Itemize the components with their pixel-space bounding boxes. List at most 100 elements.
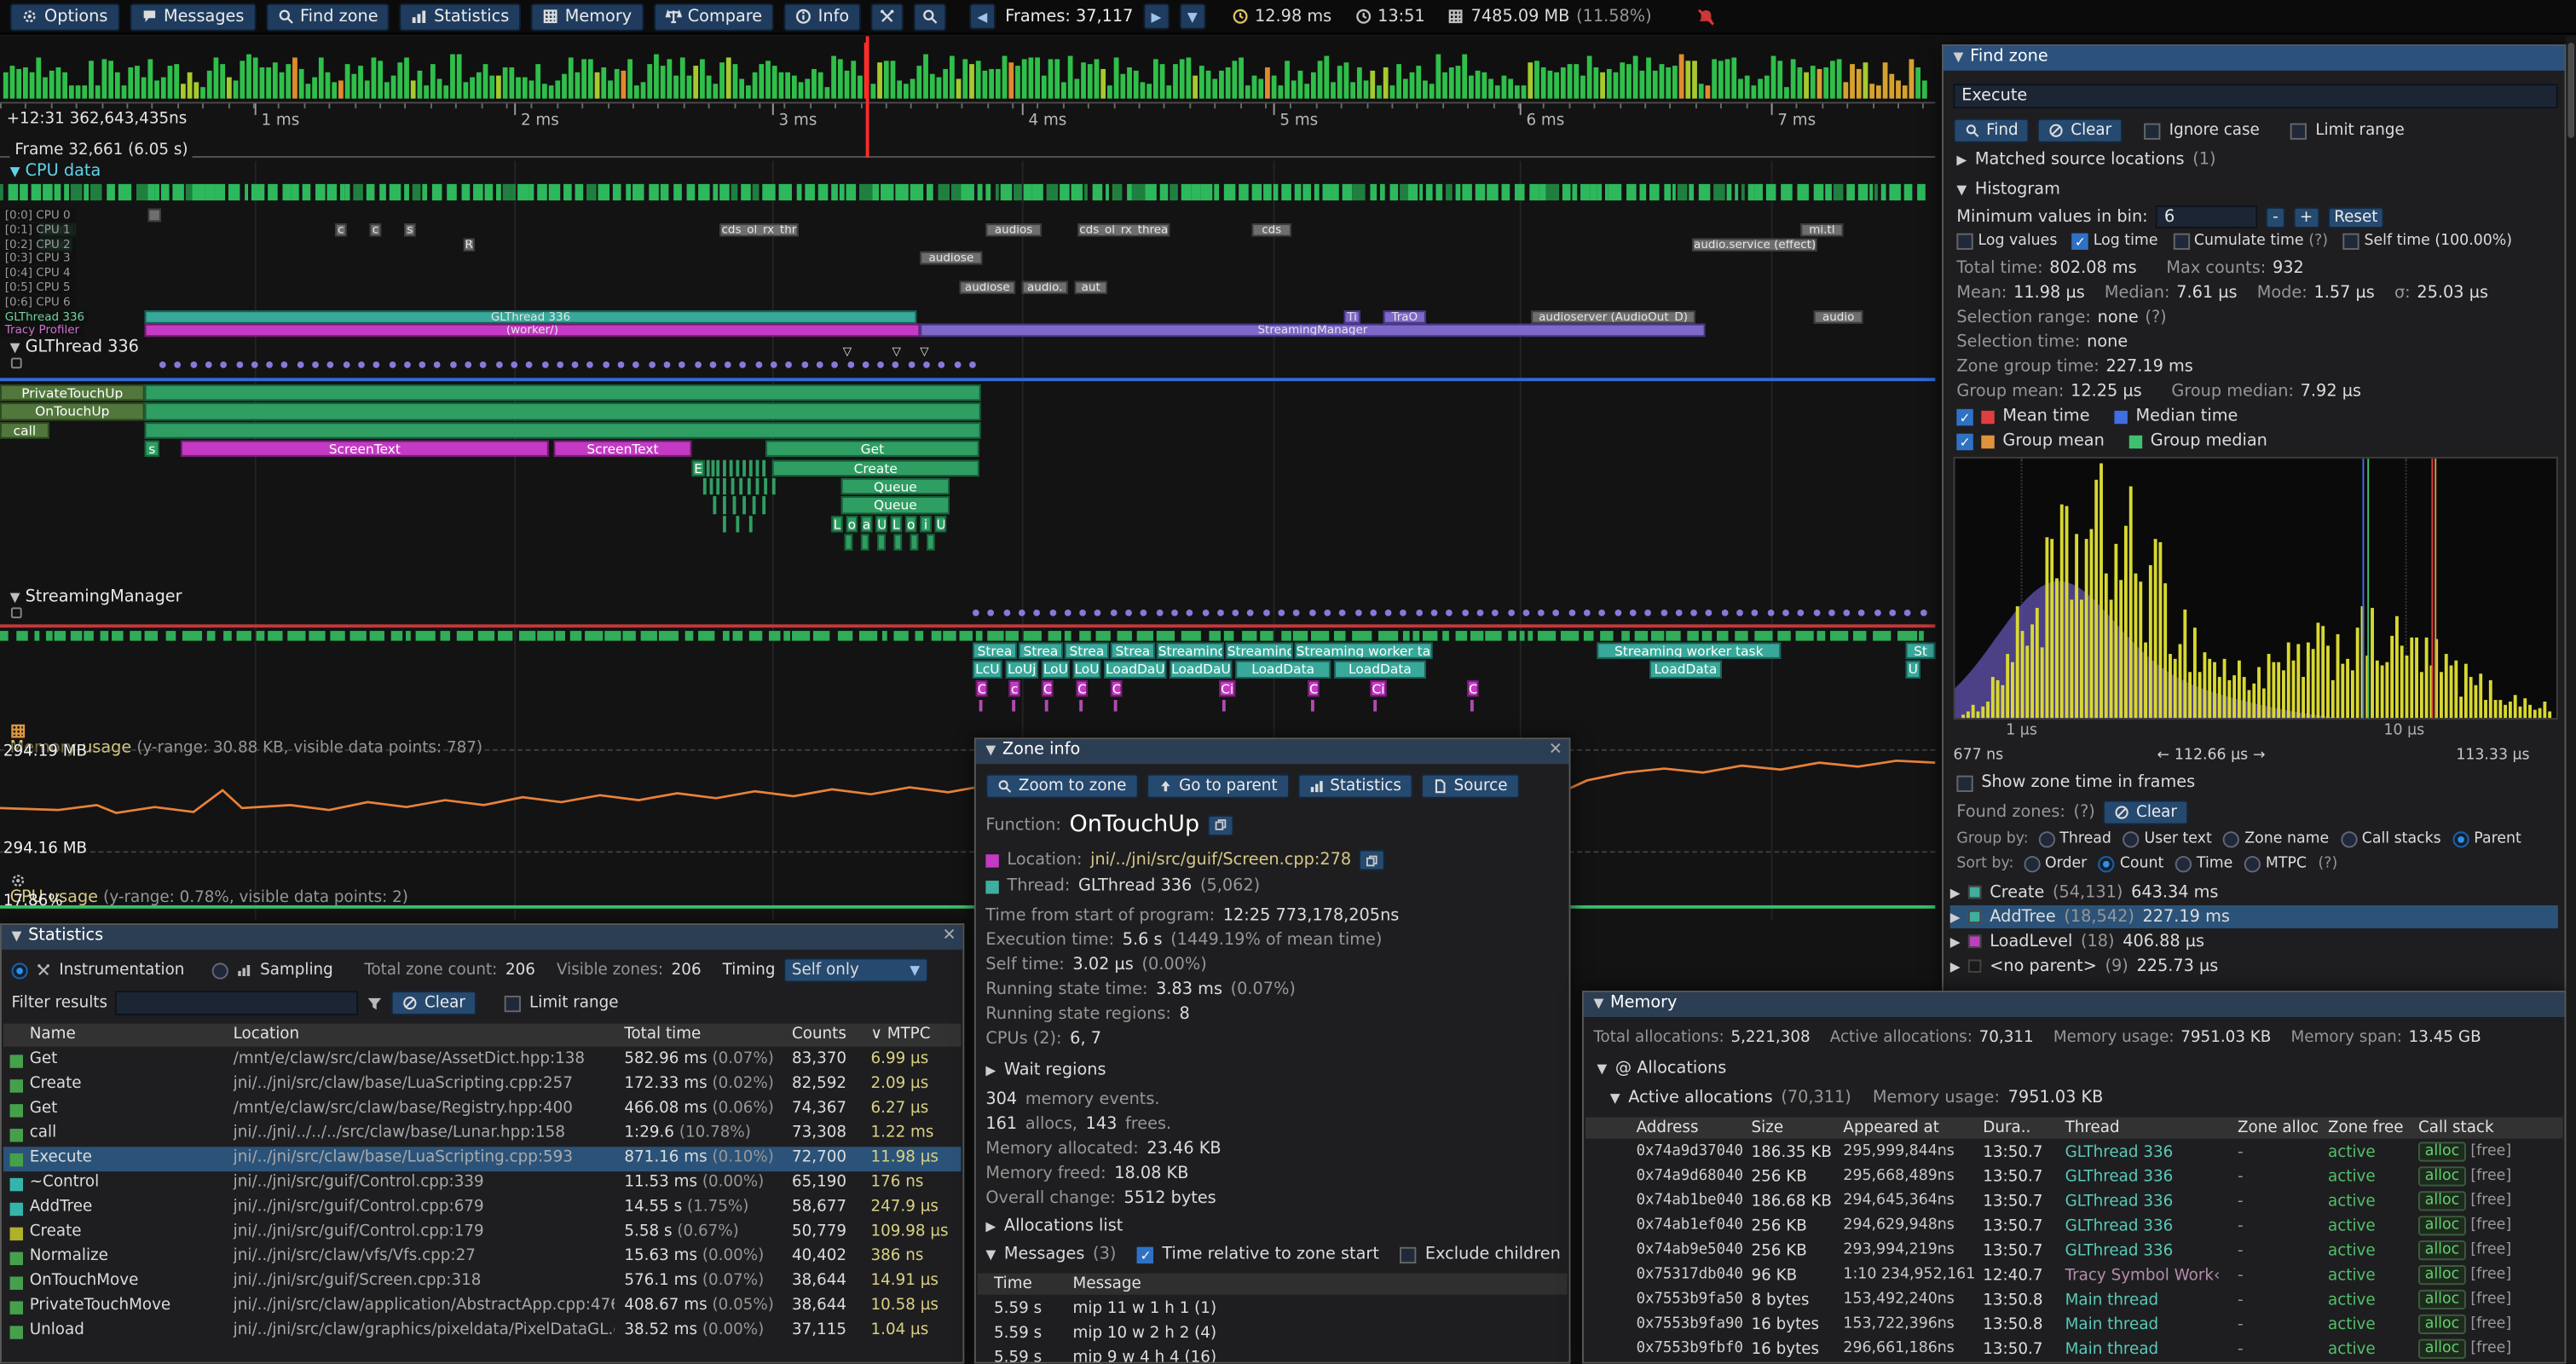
alloc-callstack-button[interactable]: alloc xyxy=(2418,1141,2466,1161)
found-zone-group[interactable]: ▶Create(54,131)643.34 ms xyxy=(1950,881,2558,904)
zone[interactable]: L xyxy=(891,516,902,533)
found-zone-group[interactable]: ▶LoadLevel(18)406.88 µs xyxy=(1950,930,2558,953)
toolbar-button-compare[interactable]: Compare xyxy=(653,3,773,31)
zone[interactable] xyxy=(845,535,853,552)
cpu-zone[interactable]: audio.service (effect) xyxy=(1692,238,1816,251)
zone[interactable]: LoadDaU xyxy=(1170,662,1232,679)
stats-row[interactable]: calljni/../jni/../../../src/claw/base/Lu… xyxy=(3,1122,962,1147)
zone[interactable]: Streaming xyxy=(1226,643,1293,660)
prev-frame-button[interactable]: ◀ xyxy=(969,3,996,30)
message-dot[interactable] xyxy=(663,361,670,368)
zone[interactable] xyxy=(145,422,981,439)
memory-row[interactable]: 0x74ab1be040186.68 KB294,645,364ns13:50.… xyxy=(1585,1191,2563,1216)
zone[interactable]: Strea xyxy=(973,643,1017,660)
memory-usage-plot[interactable] xyxy=(0,741,1935,859)
message-dot[interactable] xyxy=(159,361,166,368)
memory-row[interactable]: 0x7553b9fa508 bytes153,492,240ns13:50.8M… xyxy=(1585,1290,2563,1315)
cpu-zone[interactable] xyxy=(147,209,160,222)
zone[interactable] xyxy=(145,403,981,420)
cpu-zone[interactable]: R xyxy=(463,238,474,251)
message-dot[interactable] xyxy=(1828,610,1835,616)
frame-timeline-strip[interactable] xyxy=(0,36,1935,101)
message-dot[interactable] xyxy=(1522,610,1529,616)
message-dot[interactable] xyxy=(1324,610,1331,616)
message-row[interactable]: 5.59 smip 10 w 2 h 2 (4) xyxy=(978,1322,1568,1347)
toolbar-button-memory[interactable]: Memory xyxy=(530,3,643,31)
zone[interactable]: U xyxy=(935,516,946,533)
found-zone-group[interactable]: ▶<no parent>(9)225.73 µs xyxy=(1950,955,2558,978)
message-dot[interactable] xyxy=(1614,610,1621,616)
message-dot[interactable] xyxy=(389,361,396,368)
expand-arrow-icon[interactable]: ▶ xyxy=(1950,959,1961,974)
message-dot[interactable] xyxy=(1584,610,1591,616)
message-dot[interactable] xyxy=(404,361,411,368)
toolbar-button-find-zone[interactable]: Find zone xyxy=(266,3,390,31)
alloc-callstack-button[interactable]: alloc xyxy=(2418,1265,2466,1285)
cpu-zone[interactable]: GLThread 336 xyxy=(145,309,917,322)
cpu-zone[interactable]: mi.tl xyxy=(1800,223,1843,236)
message-dot[interactable] xyxy=(343,361,349,368)
zone[interactable] xyxy=(877,535,886,552)
zone[interactable]: L xyxy=(831,516,842,533)
alloc-callstack-button[interactable]: alloc xyxy=(2418,1339,2466,1359)
message-dot[interactable] xyxy=(1064,610,1071,616)
zone[interactable]: LoUj xyxy=(1006,662,1039,679)
message-dot[interactable] xyxy=(847,361,854,368)
zone[interactable]: o xyxy=(846,516,858,533)
message-dot[interactable] xyxy=(1568,610,1575,616)
message-dot[interactable] xyxy=(1721,610,1728,616)
glthread-section-header[interactable]: ▼ GLThread 336 xyxy=(10,338,139,370)
zone[interactable] xyxy=(927,535,935,552)
message-dot[interactable] xyxy=(358,361,365,368)
cpu-zone[interactable]: audiose xyxy=(960,281,1016,294)
zone[interactable]: C xyxy=(976,680,987,697)
cpu-zone[interactable]: cds xyxy=(1252,223,1291,236)
zone[interactable]: LoadData xyxy=(1649,662,1722,679)
zone[interactable]: C xyxy=(1308,680,1319,697)
message-dot[interactable] xyxy=(1889,610,1896,616)
message-dot[interactable] xyxy=(1675,610,1682,616)
message-dot[interactable] xyxy=(603,361,609,368)
message-dot[interactable] xyxy=(465,361,471,368)
memory-row[interactable]: 0x74ab1ef040256 KB294,629,948ns13:50.7GL… xyxy=(1585,1216,2563,1240)
cpu-zone[interactable]: audio. xyxy=(1022,281,1068,294)
toolbar-button-options[interactable]: Options xyxy=(10,3,119,31)
message-dot[interactable] xyxy=(541,361,548,368)
toolbar-button-magnifier[interactable] xyxy=(913,3,946,31)
zone[interactable]: c xyxy=(1008,680,1019,697)
cpu-zone[interactable]: cds_ol_rx_threa xyxy=(1077,223,1170,236)
stats-row[interactable]: Get/mnt/e/claw/src/claw/base/AssetDict.h… xyxy=(3,1049,962,1073)
zone[interactable]: Strea xyxy=(1065,643,1109,660)
message-dot[interactable] xyxy=(618,361,625,368)
message-dot[interactable] xyxy=(1156,610,1163,616)
zone[interactable]: Get xyxy=(765,441,979,458)
cpu-usage-header[interactable]: CPU usage (y-range: 0.78%, visible data … xyxy=(10,872,408,906)
message-dot[interactable] xyxy=(557,361,563,368)
alloc-callstack-button[interactable]: alloc xyxy=(2418,1191,2466,1211)
message-dot[interactable] xyxy=(1262,610,1269,616)
message-dot[interactable] xyxy=(1217,610,1224,616)
zone[interactable]: C xyxy=(1076,680,1087,697)
message-dot[interactable] xyxy=(954,361,961,368)
message-dot[interactable] xyxy=(297,361,303,368)
stats-row[interactable]: AddTreejni/../jni/src/guif/Control.cpp:6… xyxy=(3,1196,962,1221)
zone[interactable]: s xyxy=(145,441,159,458)
time-ruler[interactable]: 1 ms2 ms3 ms4 ms5 ms6 ms7 ms xyxy=(0,101,1935,137)
cpu-zone[interactable]: s xyxy=(404,223,415,236)
zone[interactable]: LoU xyxy=(1042,662,1070,679)
zone[interactable]: Strea xyxy=(1111,643,1155,660)
zone[interactable]: ScreenText xyxy=(181,441,549,458)
message-dot[interactable] xyxy=(771,361,777,368)
zone[interactable]: Streaming worker task xyxy=(1597,643,1781,660)
message-dot[interactable] xyxy=(236,361,243,368)
stats-row[interactable]: Get/mnt/e/claw/src/claw/base/Registry.hp… xyxy=(3,1097,962,1122)
message-dot[interactable] xyxy=(969,361,976,368)
message-dot[interactable] xyxy=(908,361,915,368)
message-dot[interactable] xyxy=(511,361,517,368)
message-dot[interactable] xyxy=(1171,610,1178,616)
cpu-zone[interactable]: aut xyxy=(1074,281,1107,294)
message-dot[interactable] xyxy=(1354,610,1361,616)
memory-row[interactable]: 0x75317db04096 KB1:10 234,952,16112:40.7… xyxy=(1585,1265,2563,1290)
zone[interactable]: a xyxy=(861,516,872,533)
message-dot[interactable] xyxy=(1767,610,1774,616)
